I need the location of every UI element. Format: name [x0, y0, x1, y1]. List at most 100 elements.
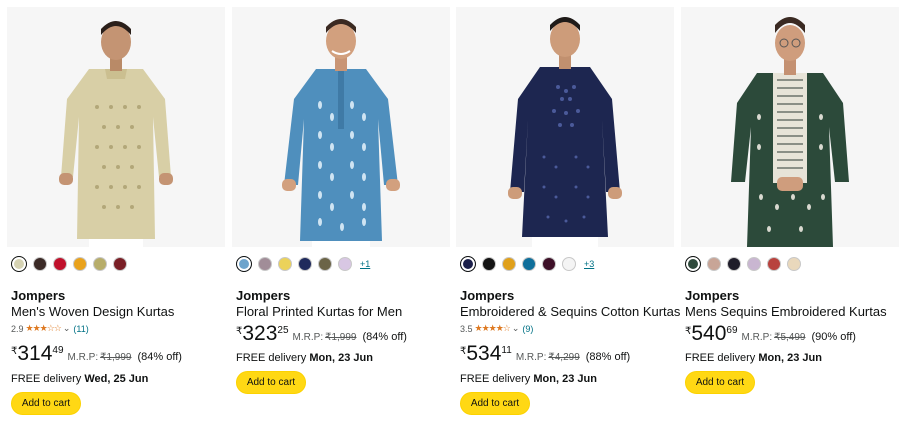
delivery-info: FREE delivery Mon, 23 Jun — [685, 352, 822, 364]
color-swatch[interactable] — [502, 257, 516, 271]
color-swatches: +3 — [460, 256, 594, 272]
product-image[interactable] — [456, 7, 674, 247]
color-swatch[interactable] — [113, 257, 127, 271]
price-row: ₹ 323 25 M.R.P: ₹1,999 (84% off) — [236, 323, 407, 345]
product-card[interactable]: +3 Jompers Embroidered & Sequins Cotton … — [456, 7, 680, 437]
rating-row[interactable]: 3.5 ★★★★☆ ⌄ (9) — [460, 323, 533, 334]
mrp: M.R.P: ₹5,499 — [742, 332, 806, 343]
price-fraction: 25 — [277, 325, 289, 336]
add-to-cart-button[interactable]: Add to cart — [11, 392, 81, 415]
mrp: M.R.P: ₹1,999 — [293, 332, 357, 343]
color-swatch[interactable] — [707, 257, 721, 271]
discount-percent: (90% off) — [811, 331, 856, 343]
color-swatch[interactable] — [258, 257, 272, 271]
review-count-link[interactable]: (9) — [522, 324, 533, 334]
price-row: ₹ 534 11 M.R.P: ₹4,299 (88% off) — [460, 343, 630, 365]
mrp-value: ₹4,299 — [548, 352, 580, 363]
mrp-value: ₹1,999 — [100, 352, 132, 363]
brand-name: Jompers — [11, 288, 66, 303]
color-swatch[interactable] — [685, 256, 701, 272]
product-title-link[interactable]: Floral Printed Kurtas for Men — [236, 304, 402, 319]
delivery-info: FREE delivery Mon, 23 Jun — [460, 373, 597, 385]
color-swatch[interactable] — [298, 257, 312, 271]
color-swatches: +1 — [236, 256, 370, 272]
product-card[interactable]: Jompers Men's Woven Design Kurtas 2.9 ★★… — [7, 7, 225, 437]
mrp-label: M.R.P: — [515, 352, 547, 363]
color-swatch[interactable] — [767, 257, 781, 271]
color-swatch[interactable] — [482, 257, 496, 271]
brand-name: Jompers — [236, 288, 291, 303]
color-swatch[interactable] — [93, 257, 107, 271]
price-row: ₹ 540 69 M.R.P: ₹5,499 (90% off) — [685, 323, 856, 345]
chevron-down-icon[interactable]: ⌄ — [63, 323, 71, 334]
color-swatch[interactable] — [787, 257, 801, 271]
product-card[interactable]: Jompers Mens Sequins Embroidered Kurtas … — [681, 7, 899, 437]
color-swatch[interactable] — [562, 257, 576, 271]
mrp-value: ₹5,499 — [774, 332, 806, 343]
model-photo — [232, 7, 450, 247]
delivery-label: FREE delivery — [460, 373, 531, 385]
mrp-value: ₹1,999 — [325, 332, 357, 343]
color-swatches — [11, 256, 127, 272]
color-swatch[interactable] — [236, 256, 252, 272]
color-swatches — [685, 256, 801, 272]
add-to-cart-button[interactable]: Add to cart — [460, 392, 530, 415]
discount-percent: (88% off) — [585, 351, 631, 363]
delivery-label: FREE delivery — [11, 373, 82, 385]
model-photo — [456, 7, 674, 247]
product-image[interactable] — [681, 7, 899, 247]
mrp-label: M.R.P: — [67, 352, 99, 363]
delivery-date: Mon, 23 Jun — [309, 352, 373, 364]
star-rating-icon: ★★★☆☆ — [25, 323, 62, 333]
color-swatch[interactable] — [542, 257, 556, 271]
model-photo — [7, 7, 225, 247]
color-swatch[interactable] — [522, 257, 536, 271]
brand-name: Jompers — [685, 288, 740, 303]
star-rating-icon: ★★★★☆ — [474, 323, 511, 333]
add-to-cart-button[interactable]: Add to cart — [236, 371, 306, 394]
delivery-info: FREE delivery Mon, 23 Jun — [236, 352, 373, 364]
price-whole: 534 — [466, 342, 502, 365]
mrp-label: M.R.P: — [741, 332, 773, 343]
color-swatch[interactable] — [33, 257, 47, 271]
price-row: ₹ 314 49 M.R.P: ₹1,999 (84% off) — [11, 343, 182, 365]
color-swatch[interactable] — [73, 257, 87, 271]
price-whole: 323 — [242, 322, 278, 345]
color-swatch[interactable] — [747, 257, 761, 271]
chevron-down-icon[interactable]: ⌄ — [512, 323, 520, 334]
product-card[interactable]: +1 Jompers Floral Printed Kurtas for Men… — [232, 7, 450, 437]
price-whole: 540 — [691, 322, 727, 345]
delivery-date: Mon, 23 Jun — [533, 373, 597, 385]
product-title-link[interactable]: Mens Sequins Embroidered Kurtas — [685, 304, 887, 319]
price-fraction: 49 — [52, 345, 64, 356]
color-swatch[interactable] — [338, 257, 352, 271]
color-swatch[interactable] — [53, 257, 67, 271]
color-swatch[interactable] — [727, 257, 741, 271]
more-colors-link[interactable]: +3 — [584, 259, 594, 269]
product-title-link[interactable]: Men's Woven Design Kurtas — [11, 304, 174, 319]
color-swatch[interactable] — [318, 257, 332, 271]
rating-value: 2.9 — [11, 323, 24, 334]
rating-value: 3.5 — [460, 323, 473, 334]
color-swatch[interactable] — [460, 256, 476, 272]
mrp: M.R.P: ₹1,999 — [68, 352, 132, 363]
discount-percent: (84% off) — [137, 351, 182, 363]
more-colors-link[interactable]: +1 — [360, 259, 370, 269]
delivery-info: FREE delivery Wed, 25 Jun — [11, 373, 148, 385]
product-title-link[interactable]: Embroidered & Sequins Cotton Kurtas — [460, 304, 680, 319]
rating-row[interactable]: 2.9 ★★★☆☆ ⌄ (11) — [11, 323, 89, 334]
mrp: M.R.P: ₹4,299 — [516, 352, 580, 363]
delivery-label: FREE delivery — [685, 352, 756, 364]
product-image[interactable] — [7, 7, 225, 247]
model-photo — [681, 7, 899, 247]
product-image[interactable] — [232, 7, 450, 247]
discount-percent: (84% off) — [362, 331, 407, 343]
review-count-link[interactable]: (11) — [73, 324, 88, 334]
add-to-cart-button[interactable]: Add to cart — [685, 371, 755, 394]
color-swatch[interactable] — [278, 257, 292, 271]
color-swatch[interactable] — [11, 256, 27, 272]
price-fraction: 11 — [501, 345, 512, 356]
delivery-date: Mon, 23 Jun — [758, 352, 822, 364]
brand-name: Jompers — [460, 288, 515, 303]
delivery-label: FREE delivery — [236, 352, 307, 364]
